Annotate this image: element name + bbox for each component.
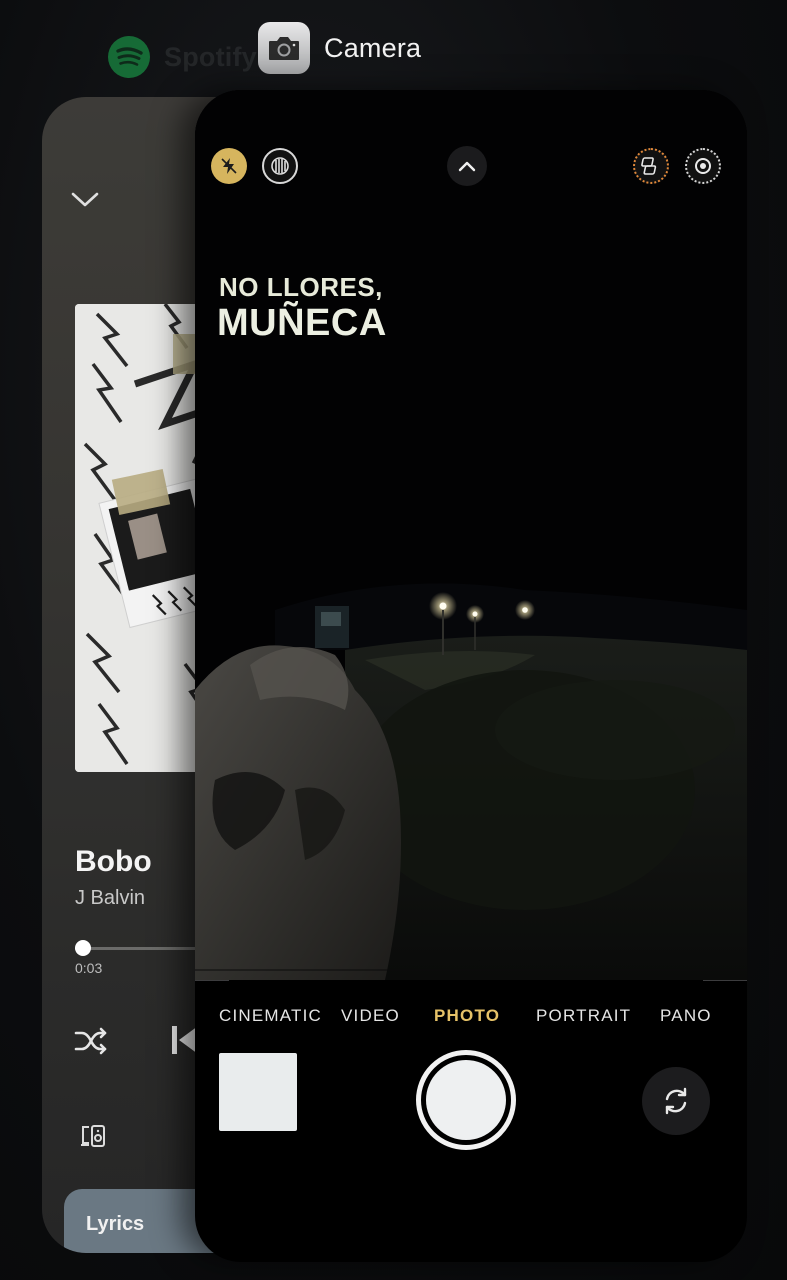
chevron-down-icon[interactable] [70, 189, 100, 214]
spotify-app-title[interactable]: Spotify [108, 36, 257, 78]
app-switcher: Spotify Bobo J Balvin 0:03 Lyrics Camera… [0, 0, 787, 1280]
live-photo-icon[interactable] [262, 148, 298, 184]
shutter-inner [426, 1060, 506, 1140]
camera-mode-selector[interactable]: CINEMATIC VIDEO PHOTO PORTRAIT PANO [195, 1006, 747, 1030]
mode-portrait[interactable]: PORTRAIT [536, 1006, 631, 1026]
shutter-button[interactable] [416, 1050, 516, 1150]
devices-icon[interactable] [79, 1123, 107, 1154]
last-photo-thumbnail[interactable] [219, 1053, 297, 1131]
photographic-styles-icon[interactable] [633, 148, 669, 184]
camera-app-icon [258, 22, 310, 74]
frame-edge-left [195, 980, 229, 981]
frame-edge-right [703, 980, 747, 981]
camera-app-card[interactable]: NO LLORES, MUÑECA CINEMATIC VIDEO PHOTO … [195, 90, 747, 1262]
track-artist[interactable]: J Balvin [75, 887, 145, 910]
viewfinder-scene [195, 90, 747, 980]
mode-photo[interactable]: PHOTO [434, 1006, 500, 1026]
mode-video[interactable]: VIDEO [341, 1006, 400, 1026]
overlay-text-line1: NO LLORES, [219, 272, 383, 302]
camera-flip-icon[interactable] [642, 1067, 710, 1135]
mode-pano[interactable]: PANO [660, 1006, 712, 1026]
track-title: Bobo [75, 845, 152, 878]
flash-icon[interactable] [211, 148, 247, 184]
camera-app-name: Camera [324, 32, 422, 63]
expand-controls-icon[interactable] [447, 146, 487, 186]
elapsed-time: 0:03 [75, 960, 103, 976]
spotify-logo-icon [108, 36, 150, 78]
spotify-app-name: Spotify [164, 41, 257, 72]
overlay-text-line2: MUÑECA [217, 302, 387, 344]
progress-scrubber-handle[interactable] [75, 940, 91, 956]
camera-app-title[interactable]: Camera [258, 22, 421, 74]
lyrics-label: Lyrics [86, 1213, 145, 1235]
camera-viewfinder[interactable]: NO LLORES, MUÑECA [195, 90, 747, 980]
mode-cinematic[interactable]: CINEMATIC [219, 1006, 322, 1026]
live-photo-toggle-icon[interactable] [685, 148, 721, 184]
shuffle-icon[interactable] [73, 1025, 109, 1062]
